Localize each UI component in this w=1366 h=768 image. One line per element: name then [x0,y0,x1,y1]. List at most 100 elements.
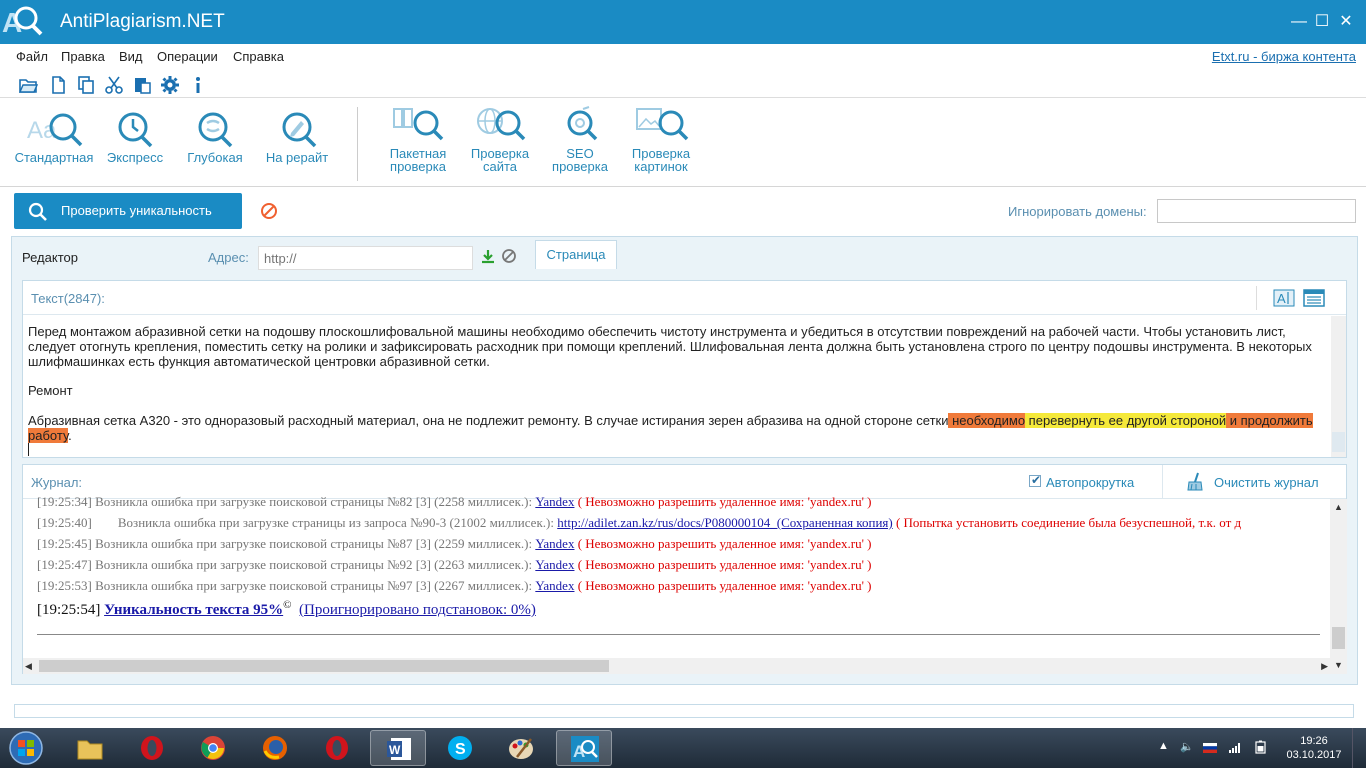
standard-check-button[interactable]: Aa Стандартная [14,105,94,164]
tray-volume-icon[interactable]: 🔈 [1180,740,1194,754]
check-uniqueness-button[interactable]: Проверить уникальность [14,193,242,229]
folder-open-icon[interactable] [18,75,38,95]
ignore-domains-label: Игнорировать домены: [1008,204,1147,219]
tray-battery-icon[interactable] [1254,740,1268,754]
check-uniqueness-label: Проверить уникальность [61,203,212,218]
scroll-left-arrow-icon[interactable]: ◀ [25,658,39,674]
settings-gear-icon[interactable] [160,75,180,95]
taskbar-antiplagiarism[interactable]: A [556,730,612,766]
taskbar-paint[interactable] [493,730,549,766]
log-text: Возникла ошибка при загрузке поисковой с… [91,578,536,593]
autoscroll-checkbox[interactable]: ✔ [1029,473,1041,487]
etxt-link[interactable]: Etxt.ru - биржа контента [1212,49,1356,64]
copy-icon[interactable] [76,75,96,95]
taskbar-firefox[interactable] [247,730,303,766]
express-check-button[interactable]: Экспресс [104,105,166,164]
journal-horizontal-scrollbar[interactable]: ◀ ▶ [23,658,1330,674]
journal-log: [19:25:34] Возникла ошибка при загрузке … [37,493,1330,651]
tray-clock[interactable]: 19:26 03.10.2017 [1284,734,1344,762]
journal-vertical-scrollbar[interactable]: ▲ ▼ [1330,499,1347,674]
autoscroll-label[interactable]: Автопрокрутка [1046,475,1134,490]
stop-check-icon[interactable] [260,202,278,220]
new-file-icon[interactable] [48,75,68,95]
show-desktop-button[interactable] [1352,728,1366,768]
standard-check-icon: Aa [27,113,83,147]
title-bar: A AntiPlagiarism.NET — ☐ ✕ [0,0,1366,44]
taskbar-skype[interactable]: S [432,730,488,766]
paste-icon[interactable] [132,75,152,95]
cut-icon[interactable] [104,75,124,95]
journal-hscroll-thumb[interactable] [39,660,609,672]
image-check-button[interactable]: Проверка картинок [628,105,694,173]
menu-edit[interactable]: Правка [61,49,105,64]
tab-page[interactable]: Страница [535,240,617,269]
chrome-icon [201,736,225,760]
minimize-button[interactable]: — [1289,12,1309,32]
address-label: Адрес: [208,250,249,265]
uniqueness-result-link[interactable]: Уникальность текста 95% [104,602,283,618]
taskbar-word[interactable]: W [370,730,426,766]
log-link[interactable]: Yandex [535,578,574,593]
list-view-icon[interactable] [1303,289,1325,307]
menu-operations[interactable]: Операции [157,49,218,64]
text-caret [28,443,29,456]
log-time: [19:25:34] [37,494,92,509]
log-link[interactable]: Yandex [535,536,574,551]
svg-text:A: A [1277,291,1286,306]
info-icon[interactable] [188,75,208,95]
address-input[interactable] [258,246,473,270]
site-check-label-line2: сайта [482,159,518,174]
log-time: [19:25:40] [37,515,92,530]
text-scrollbar-thumb[interactable] [1332,432,1345,452]
image-check-icon [636,108,689,141]
taskbar-opera[interactable] [124,730,180,766]
menu-help[interactable]: Справка [233,49,284,64]
seo-check-button[interactable]: SEO проверка [548,105,612,173]
tray-expand-icon[interactable]: ▲ [1158,740,1172,754]
status-progress-bar [14,704,1354,718]
rewrite-check-button[interactable]: На рерайт [262,105,332,164]
highlight-yellow-fragment: перевернуть ее другой стороной [1025,413,1227,428]
ribbon-separator [357,107,358,181]
scroll-down-arrow-icon[interactable]: ▼ [1330,657,1347,674]
cancel-address-icon[interactable] [501,248,517,264]
scroll-up-arrow-icon[interactable]: ▲ [1330,499,1347,516]
clock-time: 19:26 [1300,735,1328,747]
log-error: ( Невозможно разрешить удаленное имя: 'y… [574,494,872,509]
start-button-icon[interactable] [4,730,48,766]
clear-broom-icon[interactable] [1186,472,1204,492]
firefox-icon [263,736,287,760]
scroll-right-arrow-icon[interactable]: ▶ [1314,658,1328,674]
menu-bar: Файл Правка Вид Операции Справка Etxt.ru… [0,44,1366,70]
tray-network-signal-icon[interactable] [1228,740,1242,754]
opera-icon [326,736,348,760]
log-link[interactable]: Yandex [535,494,574,509]
clear-journal-label[interactable]: Очистить журнал [1214,475,1319,490]
taskbar-opera-2[interactable] [309,730,365,766]
taskbar-explorer[interactable] [62,730,118,766]
tray-language-flag-icon[interactable] [1203,741,1217,755]
download-icon[interactable] [480,248,496,264]
log-link[interactable]: Yandex [535,557,574,572]
text-scrollbar[interactable] [1331,316,1346,457]
deep-check-button[interactable]: Глубокая [184,105,246,164]
font-view-icon[interactable]: A [1273,288,1295,308]
text-editor-body[interactable]: Перед монтажом абразивной сетки на подош… [28,324,1328,454]
menu-view[interactable]: Вид [119,49,143,64]
log-text: Возникла ошибка при загрузке поисковой с… [91,536,536,551]
express-clock-icon [118,112,153,148]
journal-panel: Журнал: ✔ Автопрокрутка Очистить журнал … [22,464,1347,674]
tab-editor-label: Редактор [22,250,78,265]
batch-check-button[interactable]: Пакетная проверка [386,105,450,173]
batch-check-label-line2: проверка [390,159,446,174]
close-button[interactable]: ✕ [1336,12,1356,32]
site-check-button[interactable]: Проверка сайта [468,105,532,173]
paint-icon [509,738,533,759]
log-link[interactable]: http://adilet.zan.kz/rus/docs/P080000104… [557,515,893,530]
taskbar-chrome[interactable] [185,730,241,766]
maximize-button[interactable]: ☐ [1312,12,1332,32]
journal-scroll-thumb[interactable] [1332,627,1345,649]
ignore-domains-input[interactable] [1157,199,1356,223]
menu-file[interactable]: Файл [16,49,48,64]
ignored-substitutions-link[interactable]: (Проигнорировано подстановок: 0%) [299,602,536,618]
